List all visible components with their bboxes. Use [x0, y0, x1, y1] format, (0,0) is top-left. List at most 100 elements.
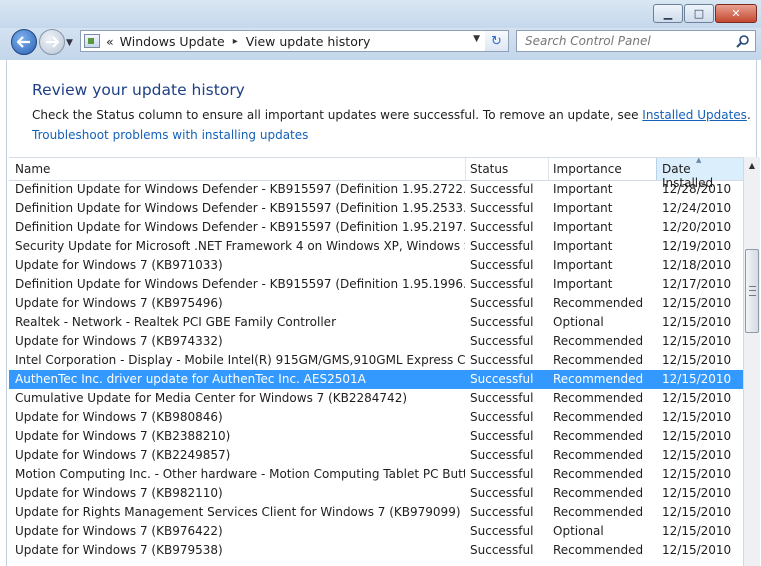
- cell-date-installed: 12/15/2010: [662, 524, 732, 538]
- close-button[interactable]: ✕: [715, 4, 757, 23]
- cell-status: Successful: [470, 239, 534, 253]
- minimize-button[interactable]: ▁: [653, 4, 683, 23]
- cell-status: Successful: [470, 543, 534, 557]
- column-header-name[interactable]: Name: [15, 162, 50, 176]
- table-row[interactable]: Definition Update for Windows Defender -…: [9, 180, 743, 199]
- table-row[interactable]: AuthenTec Inc. driver update for AuthenT…: [9, 370, 743, 389]
- cell-name: Update for Windows 7 (KB979538): [15, 543, 223, 557]
- cell-date-installed: 12/15/2010: [662, 315, 732, 329]
- address-bar[interactable]: « Windows Update ▸ View update history ▼: [80, 30, 486, 52]
- cell-importance: Recommended: [553, 334, 644, 348]
- maximize-button[interactable]: □: [684, 4, 714, 23]
- search-icon[interactable]: [736, 34, 750, 48]
- installed-updates-link[interactable]: Installed Updates: [642, 108, 747, 122]
- cell-date-installed: 12/17/2010: [662, 277, 732, 291]
- description-end: .: [746, 108, 751, 122]
- cell-importance: Important: [553, 258, 613, 272]
- table-row[interactable]: Update for Rights Management Services Cl…: [9, 503, 743, 522]
- table-row[interactable]: Update for Windows 7 (KB976422) Successfu…: [9, 522, 743, 541]
- table-row[interactable]: Motion Computing Inc. - Other hardware -…: [9, 465, 743, 484]
- cell-status: Successful: [470, 410, 534, 424]
- table-row[interactable]: Update for Windows 7 (KB979538) Successfu…: [9, 541, 743, 560]
- cell-status: Successful: [470, 391, 534, 405]
- forward-button[interactable]: [39, 29, 65, 55]
- cell-status: Successful: [470, 315, 534, 329]
- table-row[interactable]: Definition Update for Windows Defender -…: [9, 275, 743, 294]
- column-header-status[interactable]: Status: [470, 162, 508, 176]
- page-description: Check the Status column to ensure all im…: [32, 108, 751, 122]
- table-row[interactable]: Update for Windows 7 (KB982110) Successfu…: [9, 484, 743, 503]
- table-row[interactable]: Update for Windows 7 (KB2388210) Successf…: [9, 427, 743, 446]
- column-header-importance[interactable]: Importance: [553, 162, 622, 176]
- cell-name: AuthenTec Inc. driver update for AuthenT…: [15, 372, 366, 386]
- scroll-thumb[interactable]: [745, 249, 759, 333]
- table-row[interactable]: Update for Windows 7 (KB980846) Successfu…: [9, 408, 743, 427]
- cell-date-installed: 12/15/2010: [662, 429, 732, 443]
- title-bar: ▁ □ ✕: [0, 0, 761, 28]
- table-row[interactable]: Definition Update for Windows Defender -…: [9, 218, 743, 237]
- cell-name: Update for Rights Management Services Cl…: [15, 505, 461, 519]
- cell-importance: Important: [553, 201, 613, 215]
- cell-name: Update for Windows 7 (KB2388210): [15, 429, 231, 443]
- cell-importance: Optional: [553, 315, 604, 329]
- back-arrow-icon: [17, 36, 30, 48]
- table-row[interactable]: Update for Windows 7 (KB2249857) Successf…: [9, 446, 743, 465]
- cell-importance: Recommended: [553, 429, 644, 443]
- cell-importance: Important: [553, 182, 613, 196]
- breadcrumb-windows-update[interactable]: Windows Update: [120, 34, 225, 49]
- table-row[interactable]: Intel Corporation - Display - Mobile Int…: [9, 351, 743, 370]
- cell-date-installed: 12/15/2010: [662, 334, 732, 348]
- table-row[interactable]: Realtek - Network - Realtek PCI GBE Fami…: [9, 313, 743, 332]
- breadcrumb-view-update-history[interactable]: View update history: [246, 34, 371, 49]
- cell-date-installed: 12/15/2010: [662, 467, 732, 481]
- column-divider[interactable]: [465, 158, 466, 180]
- refresh-icon: ↻: [491, 33, 502, 49]
- list-header: ▲ Name Status Importance Date Installed: [9, 156, 743, 190]
- cell-date-installed: 12/24/2010: [662, 201, 732, 215]
- table-row[interactable]: Definition Update for Windows Defender -…: [9, 199, 743, 218]
- cell-name: Update for Windows 7 (KB971033): [15, 258, 223, 272]
- minimize-icon: ▁: [663, 7, 673, 20]
- cell-status: Successful: [470, 467, 534, 481]
- description-text: Check the Status column to ensure all im…: [32, 108, 643, 122]
- cell-name: Update for Windows 7 (KB2249857): [15, 448, 231, 462]
- back-button[interactable]: [11, 29, 37, 55]
- content-pane: Review your update history Check the Sta…: [6, 60, 760, 566]
- address-overflow-chevron[interactable]: «: [106, 34, 114, 49]
- cell-importance: Recommended: [553, 467, 644, 481]
- table-row[interactable]: Security Update for Microsoft .NET Frame…: [9, 237, 743, 256]
- cell-status: Successful: [470, 220, 534, 234]
- cell-date-installed: 12/15/2010: [662, 353, 732, 367]
- table-row[interactable]: Cumulative Update for Media Center for W…: [9, 389, 743, 408]
- update-history-list: Definition Update for Windows Defender -…: [9, 180, 743, 560]
- cell-status: Successful: [470, 334, 534, 348]
- cell-date-installed: 12/15/2010: [662, 372, 732, 386]
- cell-name: Intel Corporation - Display - Mobile Int…: [15, 353, 465, 367]
- vertical-scrollbar[interactable]: ▲: [743, 157, 760, 566]
- table-row[interactable]: Update for Windows 7 (KB971033) Successfu…: [9, 256, 743, 275]
- column-divider[interactable]: [548, 158, 549, 180]
- cell-status: Successful: [470, 296, 534, 310]
- cell-date-installed: 12/15/2010: [662, 391, 732, 405]
- close-icon: ✕: [731, 7, 741, 20]
- scroll-up-icon[interactable]: ▲: [744, 157, 760, 174]
- cell-status: Successful: [470, 486, 534, 500]
- cell-importance: Recommended: [553, 372, 644, 386]
- cell-status: Successful: [470, 505, 534, 519]
- cell-importance: Optional: [553, 524, 604, 538]
- search-input[interactable]: Search Control Panel: [516, 30, 756, 52]
- cell-name: Security Update for Microsoft .NET Frame…: [15, 239, 465, 253]
- table-row[interactable]: Update for Windows 7 (KB975496) Successfu…: [9, 294, 743, 313]
- table-row[interactable]: Update for Windows 7 (KB974332) Successfu…: [9, 332, 743, 351]
- address-dropdown-icon[interactable]: ▼: [473, 34, 480, 44]
- cell-status: Successful: [470, 372, 534, 386]
- troubleshoot-link[interactable]: Troubleshoot problems with installing up…: [32, 128, 308, 142]
- cell-date-installed: 12/15/2010: [662, 296, 732, 310]
- grip-icon: [749, 286, 756, 296]
- recent-pages-dropdown[interactable]: ▼: [66, 38, 73, 48]
- refresh-button[interactable]: ↻: [485, 30, 509, 52]
- breadcrumb-separator-icon[interactable]: ▸: [233, 36, 238, 47]
- search-placeholder: Search Control Panel: [525, 34, 651, 48]
- cell-status: Successful: [470, 429, 534, 443]
- cell-status: Successful: [470, 353, 534, 367]
